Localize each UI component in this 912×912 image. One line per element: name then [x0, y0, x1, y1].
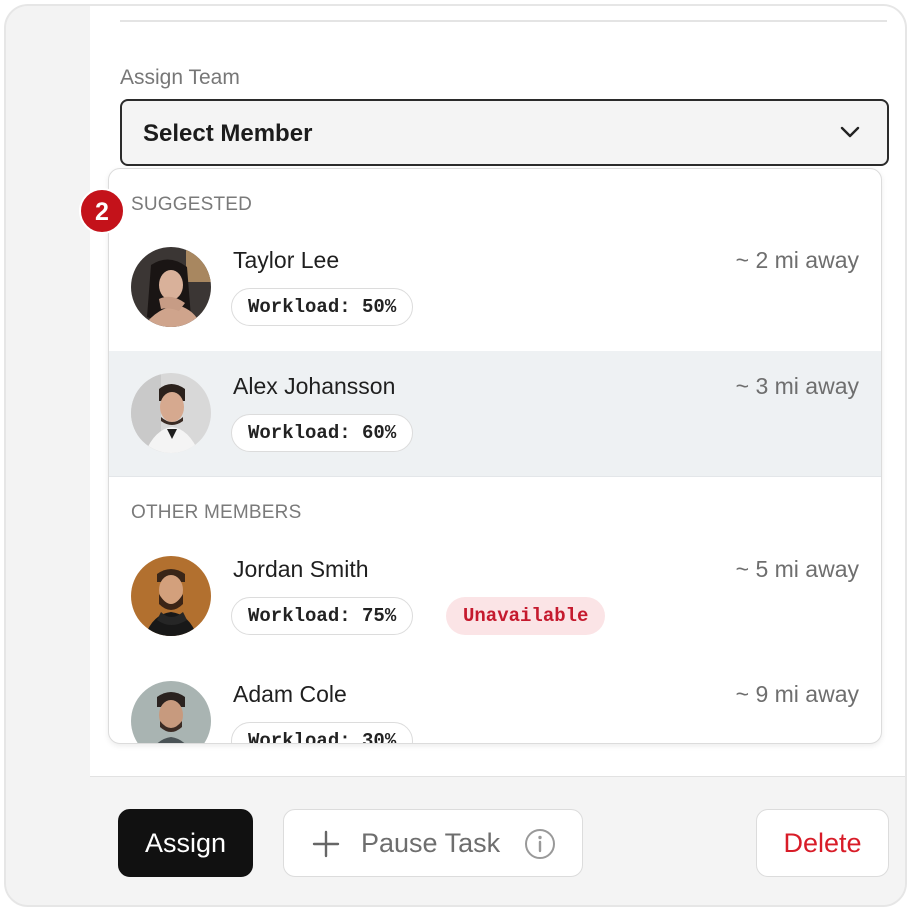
assign-team-label: Assign Team [120, 66, 240, 89]
member-name: Jordan Smith [233, 556, 369, 582]
member-select[interactable]: Select Member [120, 99, 889, 166]
chevron-down-icon [840, 126, 860, 138]
other-members-section-label: OTHER MEMBERS [131, 502, 302, 523]
pause-task-label: Pause Task [361, 828, 501, 858]
avatar [131, 247, 211, 327]
unavailable-badge: Unavailable [446, 597, 606, 635]
pause-task-button[interactable]: Pause Task [283, 809, 583, 877]
member-option-adam-cole[interactable]: Adam Cole ~ 9 mi away Workload: 30% [109, 659, 881, 743]
member-option-jordan-smith[interactable]: Jordan Smith ~ 5 mi away Workload: 75% U… [109, 534, 881, 659]
member-distance: ~ 9 mi away [735, 681, 859, 707]
avatar [131, 681, 211, 743]
left-sidebar-strip [6, 6, 91, 905]
workload-badge: Workload: 75% [231, 597, 414, 635]
member-dropdown-list: SUGGESTED Taylor Lee ~ 2 mi away Workloa… [108, 168, 882, 744]
workload-badge: Workload: 50% [231, 288, 414, 326]
assign-button[interactable]: Assign [118, 809, 253, 877]
member-option-alex-johansson[interactable]: Alex Johansson ~ 3 mi away Workload: 60% [109, 351, 881, 477]
divider [120, 20, 887, 22]
member-name: Adam Cole [233, 681, 347, 707]
step-number-badge: 2 [79, 188, 125, 234]
member-distance: ~ 5 mi away [735, 556, 859, 582]
suggested-section-label: SUGGESTED [131, 194, 253, 215]
member-name: Alex Johansson [233, 373, 396, 399]
avatar [131, 556, 211, 636]
member-distance: ~ 2 mi away [735, 247, 859, 273]
plus-icon [312, 830, 340, 858]
info-icon[interactable] [524, 828, 556, 860]
workload-badge: Workload: 30% [231, 722, 414, 743]
member-option-taylor-lee[interactable]: Taylor Lee ~ 2 mi away Workload: 50% [109, 225, 881, 350]
avatar [131, 373, 211, 453]
member-name: Taylor Lee [233, 247, 340, 273]
action-footer: Assign Pause Task Delete [90, 776, 905, 905]
member-distance: ~ 3 mi away [735, 373, 859, 399]
delete-button[interactable]: Delete [756, 809, 889, 877]
member-select-value: Select Member [143, 120, 313, 147]
workload-badge: Workload: 60% [231, 414, 414, 452]
